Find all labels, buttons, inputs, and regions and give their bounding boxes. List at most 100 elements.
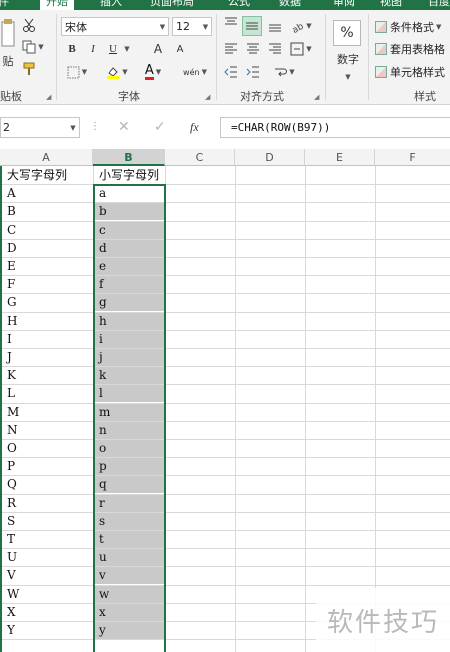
- cell-b19[interactable]: r: [94, 495, 164, 512]
- italic-button[interactable]: I: [84, 40, 102, 58]
- cell-b4[interactable]: c: [94, 222, 164, 239]
- cell-styles-button[interactable]: 单元格样式: [375, 63, 445, 81]
- cell-b22[interactable]: u: [94, 549, 164, 566]
- grow-font-button[interactable]: A: [150, 40, 166, 58]
- cell-b10[interactable]: i: [94, 331, 164, 348]
- cell-a18[interactable]: Q: [2, 476, 93, 493]
- cell-a16[interactable]: O: [2, 440, 93, 457]
- align-center-icon[interactable]: [244, 40, 262, 58]
- cell-a21[interactable]: T: [2, 531, 93, 548]
- alignment-launcher-icon[interactable]: ◢: [314, 93, 319, 101]
- align-middle-icon[interactable]: [244, 17, 260, 35]
- tab-insert[interactable]: 插入: [100, 0, 122, 10]
- column-header-b[interactable]: B: [93, 149, 165, 166]
- font-launcher-icon[interactable]: ◢: [205, 93, 210, 101]
- cell-b26[interactable]: y: [94, 622, 164, 639]
- cell-b17[interactable]: p: [94, 458, 164, 475]
- cell-b18[interactable]: q: [94, 476, 164, 493]
- tab-baidu[interactable]: 百度: [428, 0, 450, 10]
- shrink-font-button[interactable]: A: [172, 40, 188, 58]
- copy-icon[interactable]: ▼: [18, 38, 48, 56]
- cell-a9[interactable]: H: [2, 313, 93, 330]
- cell-a2[interactable]: A: [2, 185, 93, 202]
- tab-review[interactable]: 审阅: [333, 0, 355, 10]
- wrap-text-icon[interactable]: ▼: [270, 63, 298, 81]
- decrease-indent-icon[interactable]: [222, 63, 240, 81]
- chevron-down-icon[interactable]: ▼: [200, 23, 211, 31]
- cell-a8[interactable]: G: [2, 294, 93, 311]
- cell-a17[interactable]: P: [2, 458, 93, 475]
- cell-b5[interactable]: d: [94, 240, 164, 257]
- cell-b9[interactable]: h: [94, 313, 164, 330]
- cell-a15[interactable]: N: [2, 422, 93, 439]
- paste-icon[interactable]: [0, 14, 16, 52]
- clipboard-launcher-icon[interactable]: ◢: [46, 93, 51, 101]
- cell-area[interactable]: 大写字母列 小写字母列 Aa Bb Cc Dd Ee Ff Gg Hh Ii Jj Kk Ll Mm Nn Oo…: [0, 166, 450, 652]
- increase-indent-icon[interactable]: [244, 63, 262, 81]
- align-bottom-icon[interactable]: [266, 17, 284, 35]
- cell-a4[interactable]: C: [2, 222, 93, 239]
- orientation-icon[interactable]: ab ▼: [288, 17, 314, 35]
- cell-b3[interactable]: b: [94, 203, 164, 220]
- bold-button[interactable]: B: [63, 40, 81, 58]
- cell-b11[interactable]: j: [94, 349, 164, 366]
- cell-b25[interactable]: x: [94, 604, 164, 621]
- cell-b24[interactable]: w: [94, 586, 164, 603]
- tab-page-layout[interactable]: 页面布局: [150, 0, 194, 10]
- font-color-button[interactable]: A ▼: [140, 63, 166, 81]
- conditional-format-button[interactable]: 条件格式 ▼: [375, 18, 441, 36]
- cell-a13[interactable]: L: [2, 385, 93, 402]
- worksheet-grid[interactable]: A B C D E F 大写字母列 小写字母列 Aa Bb Cc Dd Ee Ff Gg Hh Ii…: [0, 149, 450, 652]
- cell-b23[interactable]: v: [94, 567, 164, 584]
- cell-a14[interactable]: M: [2, 404, 93, 421]
- underline-button[interactable]: U: [106, 40, 120, 58]
- column-header-e[interactable]: E: [305, 149, 375, 166]
- cell-a5[interactable]: D: [2, 240, 93, 257]
- column-header-a[interactable]: A: [0, 149, 93, 166]
- tab-home[interactable]: 开始: [40, 0, 74, 10]
- tab-formulas[interactable]: 公式: [228, 0, 250, 10]
- cell-b2[interactable]: a: [94, 185, 164, 202]
- cell-b7[interactable]: f: [94, 276, 164, 293]
- cancel-icon[interactable]: ✕: [118, 118, 130, 136]
- name-box[interactable]: 2 ▼: [0, 117, 80, 138]
- cell-b21[interactable]: t: [94, 531, 164, 548]
- cut-icon[interactable]: [18, 16, 40, 34]
- cell-b20[interactable]: s: [94, 513, 164, 530]
- font-size-combo[interactable]: 12 ▼: [172, 17, 212, 36]
- font-name-combo[interactable]: 宋体 ▼: [61, 17, 169, 36]
- cell-a22[interactable]: U: [2, 549, 93, 566]
- cell-b13[interactable]: l: [94, 385, 164, 402]
- align-right-icon[interactable]: [266, 40, 284, 58]
- cell-a12[interactable]: K: [2, 367, 93, 384]
- cell-b16[interactable]: o: [94, 440, 164, 457]
- column-header-c[interactable]: C: [165, 149, 235, 166]
- cell-a26[interactable]: Y: [2, 622, 93, 639]
- format-painter-icon[interactable]: [18, 60, 40, 78]
- cell-a11[interactable]: J: [2, 349, 93, 366]
- cell-a3[interactable]: B: [2, 203, 93, 220]
- chevron-down-icon[interactable]: ▼: [67, 124, 79, 132]
- cell-a10[interactable]: I: [2, 331, 93, 348]
- cell-a23[interactable]: V: [2, 567, 93, 584]
- cell-b12[interactable]: k: [94, 367, 164, 384]
- phonetic-button[interactable]: wén ▼: [180, 63, 210, 81]
- underline-dropdown-icon[interactable]: ▼: [121, 40, 131, 58]
- paste-button[interactable]: 贴: [0, 52, 16, 70]
- tab-view[interactable]: 视图: [380, 0, 402, 10]
- border-icon[interactable]: ▼: [64, 63, 90, 81]
- cell-a24[interactable]: W: [2, 586, 93, 603]
- cell-b8[interactable]: g: [94, 294, 164, 311]
- number-format-button[interactable]: %: [333, 20, 361, 46]
- number-dropdown-icon[interactable]: ▼: [340, 68, 354, 86]
- tab-file[interactable]: 件: [0, 0, 9, 10]
- confirm-icon[interactable]: ✓: [154, 118, 166, 136]
- cell-b15[interactable]: n: [94, 422, 164, 439]
- insert-function-button[interactable]: fx: [190, 118, 199, 136]
- cell-a19[interactable]: R: [2, 495, 93, 512]
- merge-center-icon[interactable]: ▼: [288, 40, 314, 58]
- tab-data[interactable]: 数据: [279, 0, 301, 10]
- cell-a6[interactable]: E: [2, 258, 93, 275]
- column-header-d[interactable]: D: [235, 149, 305, 166]
- align-top-icon[interactable]: [222, 14, 240, 32]
